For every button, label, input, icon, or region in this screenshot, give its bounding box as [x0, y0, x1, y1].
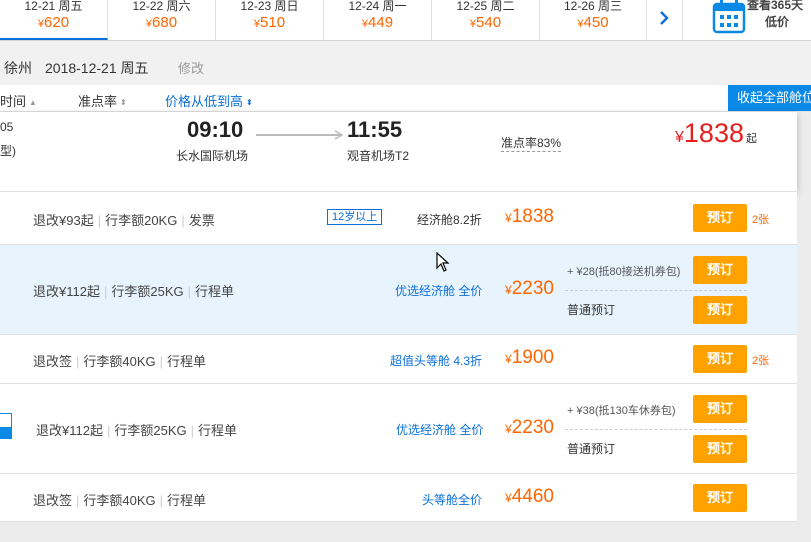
date-tab-2[interactable]: 12-23 周日 ¥510: [216, 0, 324, 40]
sort-by-time[interactable]: 时间 ▲: [0, 91, 37, 110]
chevron-right-icon: [660, 11, 669, 25]
sort-bar: 时间 ▲ 准点率 ⬍ 价格从低到高 ⬍ 收起全部舱位: [0, 85, 811, 112]
normal-booking-label: 普通预订: [567, 303, 616, 317]
book-button[interactable]: 预订: [693, 204, 747, 232]
cabin-price: ¥2230: [505, 417, 554, 438]
calendar-label: 查看365天 低价: [747, 0, 804, 29]
cabin-list: 退改¥93起 | 行李额20KG | 发票 12岁以上 经济舱8.2折 ¥1838 预订…: [0, 191, 811, 522]
recommend-tag: [0, 413, 12, 439]
cabin-rules[interactable]: 退改¥112起 | 行李额25KG | 行程单: [36, 420, 237, 439]
package-offer: + ¥28(抵80接送机券包): [567, 266, 681, 278]
cabin-rules[interactable]: 退改¥93起 | 行李额20KG | 发票: [33, 210, 215, 229]
date-price: ¥510: [253, 14, 286, 31]
cabin-class[interactable]: 头等舱全价: [422, 491, 482, 508]
cabin-row: 退改¥112起 | 行李额25KG | 行程单 优选经济舱 全价 ¥2230 + ¥38…: [0, 383, 797, 473]
lowest-price: ¥1838 起: [675, 118, 757, 148]
flight-card[interactable]: 05 型) 09:10 11:55 长水国际机场 观音机场T2 准点率83% ¥…: [0, 112, 797, 191]
normal-booking-label: 普通预订: [567, 442, 616, 456]
date-price: ¥450: [577, 14, 609, 31]
sort-by-otp[interactable]: 准点率 ⬍: [78, 91, 127, 110]
on-time-rate[interactable]: 准点率83%: [501, 134, 562, 152]
sort-arrows-icon: ⬍: [120, 98, 127, 107]
book-button[interactable]: 预订: [693, 345, 747, 373]
age-tag: 12岁以上: [327, 209, 383, 225]
calendar-lowprice-button[interactable]: 查看365天 低价: [684, 0, 811, 40]
cabin-class: 经济舱8.2折: [417, 213, 482, 227]
divider: [565, 290, 747, 291]
collapse-all-cabins-button[interactable]: 收起全部舱位: [728, 85, 811, 111]
next-dates-button[interactable]: [647, 0, 683, 40]
date-tab-1[interactable]: 12-22 周六 ¥680: [108, 0, 216, 40]
cabin-rules[interactable]: 退改¥112起 | 行李额25KG | 行程单: [33, 281, 234, 300]
arrival-airport: 观音机场T2: [347, 149, 410, 163]
edit-search-link[interactable]: 修改: [178, 58, 204, 77]
departure-time: 09:10: [187, 117, 244, 142]
sort-arrows-icon: ⬍: [246, 98, 253, 107]
cabin-row: 退改签 | 行李额40KG | 行程单 头等舱全价 ¥4460 预订: [0, 473, 797, 522]
date-tab-5[interactable]: 12-26 周三 ¥450: [540, 0, 647, 40]
departure-airport: 长水国际机场: [176, 149, 249, 163]
flight-results-page: 12-21 周五 ¥620 12-22 周六 ¥680 12-23 周日 ¥51…: [0, 0, 811, 542]
date-label: 12-25 周二: [456, 0, 515, 13]
route-bar: 徐州 2018-12-21 周五 修改: [0, 41, 811, 85]
route-arrow-icon: [256, 130, 344, 140]
date-strip: 12-21 周五 ¥620 12-22 周六 ¥680 12-23 周日 ¥51…: [0, 0, 811, 41]
mouse-cursor-icon: [436, 252, 450, 272]
book-button[interactable]: 预订: [693, 484, 747, 512]
date-price: ¥620: [37, 14, 70, 31]
divider: [565, 429, 747, 430]
cabin-rules[interactable]: 退改签 | 行李额40KG | 行程单: [33, 351, 206, 370]
seats-remaining: 2张: [752, 355, 770, 367]
date-tab-4[interactable]: 12-25 周二 ¥540: [432, 0, 540, 40]
date-tab-3[interactable]: 12-24 周一 ¥449: [324, 0, 432, 40]
date-label: 12-24 周一: [348, 0, 407, 13]
sort-arrows-icon: ▲: [29, 98, 37, 107]
date-tab-0[interactable]: 12-21 周五 ¥620: [0, 0, 108, 40]
book-package-button[interactable]: 预订: [693, 395, 747, 423]
seats-remaining: 2张: [752, 214, 770, 226]
date-label: 12-22 周六: [132, 0, 191, 13]
cabin-rules[interactable]: 退改签 | 行李额40KG | 行程单: [33, 490, 206, 509]
date-price: ¥540: [469, 14, 502, 31]
cabin-price: ¥4460: [505, 486, 554, 507]
destination-city: 徐州: [4, 60, 32, 76]
sort-by-price[interactable]: 价格从低到高 ⬍: [165, 91, 253, 110]
flight-number: 05: [0, 120, 14, 134]
date-label: 12-26 周三: [563, 0, 623, 13]
arrival-time: 11:55: [347, 117, 403, 142]
cabin-class[interactable]: 优选经济舱 全价: [396, 421, 483, 438]
cabin-class[interactable]: 优选经济舱 全价: [395, 282, 482, 299]
cabin-row: 退改¥93起 | 行李额20KG | 发票 12岁以上 经济舱8.2折 ¥1838 预订…: [0, 191, 797, 244]
book-button[interactable]: 预订: [693, 296, 747, 324]
date-price: ¥680: [145, 14, 178, 31]
book-button[interactable]: 预订: [693, 435, 747, 463]
cabin-class[interactable]: 超值头等舱 4.3折: [390, 352, 482, 369]
cabin-row: 退改¥112起 | 行李额25KG | 行程单 优选经济舱 全价 ¥2230 + ¥28…: [0, 244, 797, 334]
date-label: 12-21 周五: [24, 0, 83, 13]
cabin-price: ¥1838: [505, 206, 554, 227]
calendar-icon: [712, 0, 746, 34]
date-label: 12-23 周日: [240, 0, 299, 13]
date-price: ¥449: [361, 14, 394, 31]
aircraft-type: 型): [0, 144, 16, 158]
cabin-price: ¥1900: [505, 347, 554, 368]
book-package-button[interactable]: 预订: [693, 256, 747, 284]
cabin-row: 退改签 | 行李额40KG | 行程单 超值头等舱 4.3折 ¥1900 预订 2张: [0, 334, 797, 383]
travel-date: 2018-12-21 周五: [45, 60, 149, 76]
cabin-price: ¥2230: [505, 278, 554, 299]
package-offer: + ¥38(抵130车休券包): [567, 405, 676, 417]
